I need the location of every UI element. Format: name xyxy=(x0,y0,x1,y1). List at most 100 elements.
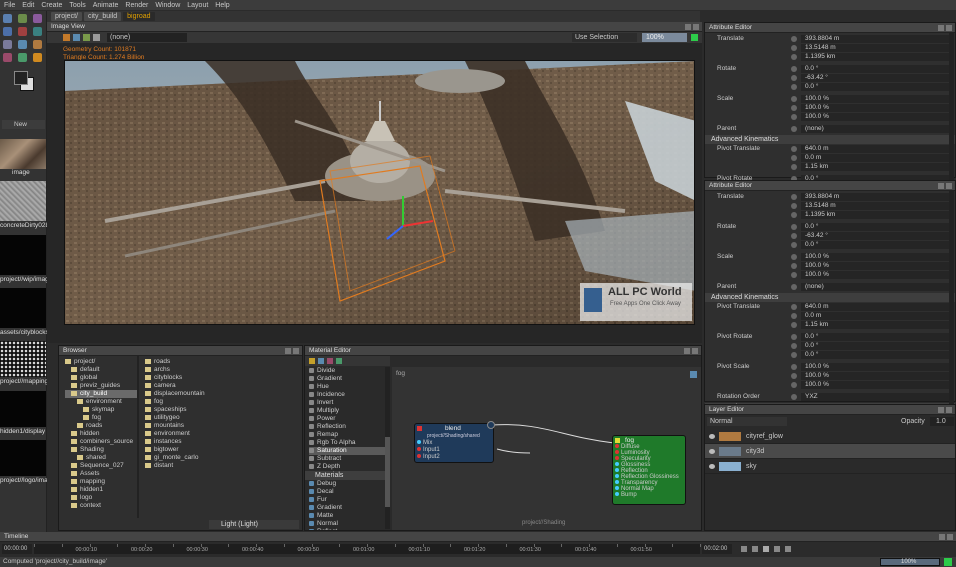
material-node-item[interactable]: Subtract xyxy=(309,455,385,463)
erase-tool-icon[interactable] xyxy=(3,40,12,49)
tree-item[interactable]: combiners_source xyxy=(65,438,137,446)
link-icon[interactable] xyxy=(791,242,797,248)
layer-icon[interactable] xyxy=(63,34,70,41)
menu-item-render[interactable]: Render xyxy=(125,2,148,9)
link-icon[interactable] xyxy=(791,84,797,90)
foreground-color-swatch[interactable] xyxy=(14,71,28,85)
link-icon[interactable] xyxy=(791,373,797,379)
attr-value-field[interactable]: 0.0 m xyxy=(801,154,951,162)
tree-item[interactable]: global xyxy=(65,374,137,382)
tree-item[interactable]: city_build xyxy=(65,390,137,398)
close-icon[interactable] xyxy=(293,347,299,354)
material-node-icon[interactable] xyxy=(318,358,324,364)
material-add-icon[interactable] xyxy=(309,358,315,364)
material-item[interactable]: Reflect xyxy=(309,528,385,530)
select-tool-icon[interactable] xyxy=(3,14,12,23)
link-icon[interactable] xyxy=(791,233,797,239)
zoom-field[interactable]: 100% xyxy=(642,33,687,42)
link-icon[interactable] xyxy=(791,75,797,81)
tree-item[interactable]: environment xyxy=(65,398,137,406)
link-icon[interactable] xyxy=(791,343,797,349)
tree-item[interactable]: context xyxy=(65,502,137,510)
pen-tool-icon[interactable] xyxy=(3,53,12,62)
menu-item-help[interactable]: Help xyxy=(215,2,229,9)
paint-tool-icon[interactable] xyxy=(18,27,27,36)
link-icon[interactable] xyxy=(791,45,797,51)
fast-forward-icon[interactable] xyxy=(785,546,791,552)
attr-value-field[interactable]: -63.42 ° xyxy=(801,232,951,240)
attr-value-field[interactable]: 0.0 ° xyxy=(801,241,951,249)
attr-value-field[interactable]: (none) xyxy=(801,283,951,291)
material-item[interactable]: Debug xyxy=(309,480,385,488)
file-item[interactable]: archs xyxy=(145,366,295,374)
crop-tool-icon[interactable] xyxy=(33,53,42,62)
thumb-image[interactable] xyxy=(0,139,46,169)
thumb-logo[interactable] xyxy=(0,440,46,476)
attr-value-field[interactable]: 0.0 ° xyxy=(801,223,951,231)
eye-icon[interactable] xyxy=(709,449,715,454)
step-back-icon[interactable] xyxy=(752,546,758,552)
link-icon[interactable] xyxy=(791,352,797,358)
attr-value-field[interactable]: 0.0 ° xyxy=(801,83,951,91)
material-link-icon[interactable] xyxy=(327,358,333,364)
file-item[interactable]: roads xyxy=(145,358,295,366)
tree-item[interactable]: roads xyxy=(65,422,137,430)
close-icon[interactable] xyxy=(946,182,952,189)
link-icon[interactable] xyxy=(791,36,797,42)
node-graph[interactable]: fog blend project//Shading/shared Mix Inp… xyxy=(392,367,701,530)
material-node-item[interactable]: Rgb To Alpha xyxy=(309,439,385,447)
tree-item[interactable]: Sequence_027 xyxy=(65,462,137,470)
thumb-concrete[interactable] xyxy=(0,181,46,221)
link-icon[interactable] xyxy=(791,322,797,328)
tree-item[interactable]: mapping xyxy=(65,478,137,486)
menu-item-animate[interactable]: Animate xyxy=(93,2,119,9)
section-header[interactable]: Advanced Kinematics xyxy=(705,293,955,302)
material-node-item[interactable]: Multiply xyxy=(309,407,385,415)
attr-value-field[interactable]: 100.0 % xyxy=(801,95,951,103)
tree-item[interactable]: logo xyxy=(65,494,137,502)
frame-icon[interactable] xyxy=(73,34,80,41)
link-icon[interactable] xyxy=(791,164,797,170)
fill-tool-icon[interactable] xyxy=(33,27,42,36)
link-icon[interactable] xyxy=(791,334,797,340)
material-node-item[interactable]: Hue xyxy=(309,383,385,391)
material-node-item[interactable]: Invert xyxy=(309,399,385,407)
file-item[interactable]: utilitygeo xyxy=(145,414,295,422)
link-icon[interactable] xyxy=(791,313,797,319)
move-tool-icon[interactable] xyxy=(18,14,27,23)
material-item[interactable]: Matte xyxy=(309,512,385,520)
thumb-display[interactable] xyxy=(0,391,46,427)
tree-item[interactable]: fog xyxy=(65,414,137,422)
breadcrumb-bigroad[interactable]: bigroad xyxy=(123,12,155,21)
file-item[interactable]: mountains xyxy=(145,422,295,430)
light-filter-dropdown[interactable]: Light (Light) xyxy=(209,520,299,529)
material-node-item[interactable]: Gradient xyxy=(309,375,385,383)
attr-value-field[interactable]: 13.5148 m xyxy=(801,44,951,52)
material-item[interactable]: Gradient xyxy=(309,504,385,512)
attr-value-field[interactable]: -63.42 ° xyxy=(801,74,951,82)
attr-value-field[interactable]: (none) xyxy=(801,125,951,133)
tree-item[interactable]: project/ xyxy=(65,358,137,366)
material-node-item[interactable]: Reflection xyxy=(309,423,385,431)
tree-item[interactable]: hidden xyxy=(65,430,137,438)
close-icon[interactable] xyxy=(946,24,952,31)
float-icon[interactable] xyxy=(685,23,691,30)
attr-value-field[interactable]: 100.0 % xyxy=(801,363,951,371)
breadcrumb-city-build[interactable]: city_build xyxy=(83,12,122,21)
float-icon[interactable] xyxy=(939,533,945,540)
attr-value-field[interactable]: YXZ xyxy=(801,393,951,401)
attr-value-field[interactable]: 100.0 % xyxy=(801,253,951,261)
blend-output-port[interactable] xyxy=(487,421,495,429)
channel-icon[interactable] xyxy=(93,34,100,41)
rewind-icon[interactable] xyxy=(741,546,747,552)
file-item[interactable]: spaceships xyxy=(145,406,295,414)
rotate-tool-icon[interactable] xyxy=(33,14,42,23)
material-item[interactable]: Normal xyxy=(309,520,385,528)
current-time-field[interactable]: 00:00:00 xyxy=(2,544,32,554)
file-item[interactable]: camera xyxy=(145,382,295,390)
play-icon[interactable] xyxy=(763,546,769,552)
attr-value-field[interactable]: 100.0 % xyxy=(801,271,951,279)
tree-item[interactable]: previz_guides xyxy=(65,382,137,390)
float-icon[interactable] xyxy=(938,406,944,413)
link-icon[interactable] xyxy=(791,96,797,102)
